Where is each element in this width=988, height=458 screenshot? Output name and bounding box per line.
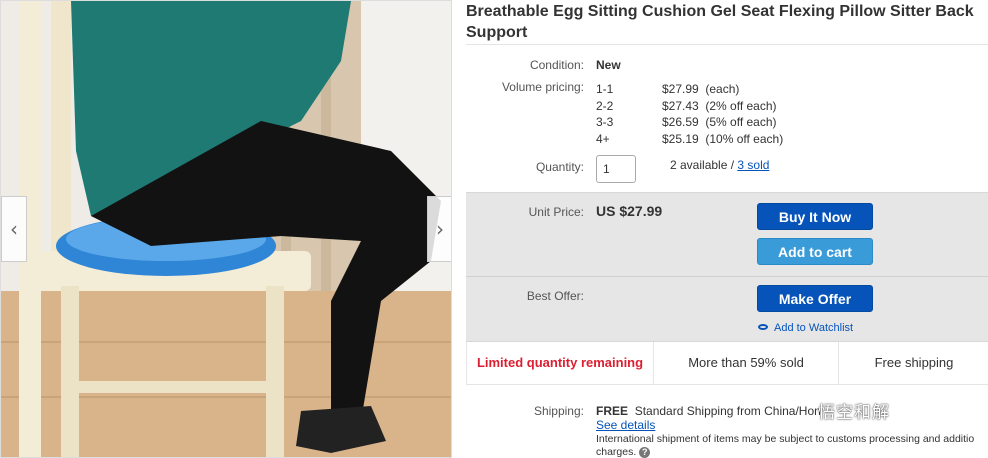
product-image-gallery[interactable]: ‹ › xyxy=(0,0,452,458)
divider xyxy=(466,276,988,277)
volume-pricing-label: Volume pricing: xyxy=(501,80,584,94)
condition-value: New xyxy=(596,58,621,72)
help-icon[interactable]: ? xyxy=(639,447,651,458)
best-offer-label: Best Offer: xyxy=(526,289,584,303)
add-to-cart-button[interactable]: Add to cart xyxy=(757,238,873,265)
eye-icon xyxy=(758,324,768,330)
sold-percentage-badge: More than 59% sold xyxy=(654,342,839,384)
volume-pricing-row: 2-2 $27.43 (2% off each) xyxy=(596,99,777,113)
watermark-text: 悟空和解 xyxy=(818,403,890,423)
volume-pricing-row: 4+ $25.19 (10% off each) xyxy=(596,132,784,146)
make-offer-button[interactable]: Make Offer xyxy=(757,285,873,312)
listing-title: Breathable Egg Sitting Cushion Gel Seat … xyxy=(466,3,974,41)
volume-pricing-row: 3-3 $26.59 (5% off each) xyxy=(596,115,777,129)
condition-label: Condition: xyxy=(529,58,584,72)
limited-quantity-badge: Limited quantity remaining xyxy=(467,342,654,384)
quantity-input[interactable]: 1 xyxy=(596,155,636,183)
previous-image-arrow-icon[interactable]: ‹ xyxy=(1,196,27,262)
shipping-label: Shipping: xyxy=(533,404,584,418)
shipping-customs-note: International shipment of items may be s… xyxy=(596,433,975,458)
add-to-watchlist-link[interactable]: Add to Watchlist xyxy=(758,322,853,334)
divider xyxy=(466,44,988,45)
buy-box: Unit Price: US $27.99 Buy It Now Add to … xyxy=(466,192,988,342)
listing-badges: Limited quantity remaining More than 59%… xyxy=(466,342,988,385)
sold-count-link[interactable]: 3 sold xyxy=(737,158,769,172)
volume-pricing-row: 1-1 $27.99 (each) xyxy=(596,82,740,96)
shipping-see-details-link[interactable]: See details xyxy=(596,418,655,432)
free-shipping-badge: Free shipping xyxy=(874,355,954,370)
buy-it-now-button[interactable]: Buy It Now xyxy=(757,203,873,230)
availability-text: 2 available / 3 sold xyxy=(670,158,770,172)
unit-price-label: Unit Price: xyxy=(528,205,584,219)
listing-details: Breathable Egg Sitting Cushion Gel Seat … xyxy=(466,0,988,458)
next-image-arrow-icon[interactable]: › xyxy=(427,196,451,262)
quantity-label: Quantity: xyxy=(535,160,584,174)
product-photo xyxy=(1,1,451,457)
unit-price-value: US $27.99 xyxy=(596,203,663,219)
shipping-summary: FREE Standard Shipping from China/Hon xyxy=(596,404,821,418)
